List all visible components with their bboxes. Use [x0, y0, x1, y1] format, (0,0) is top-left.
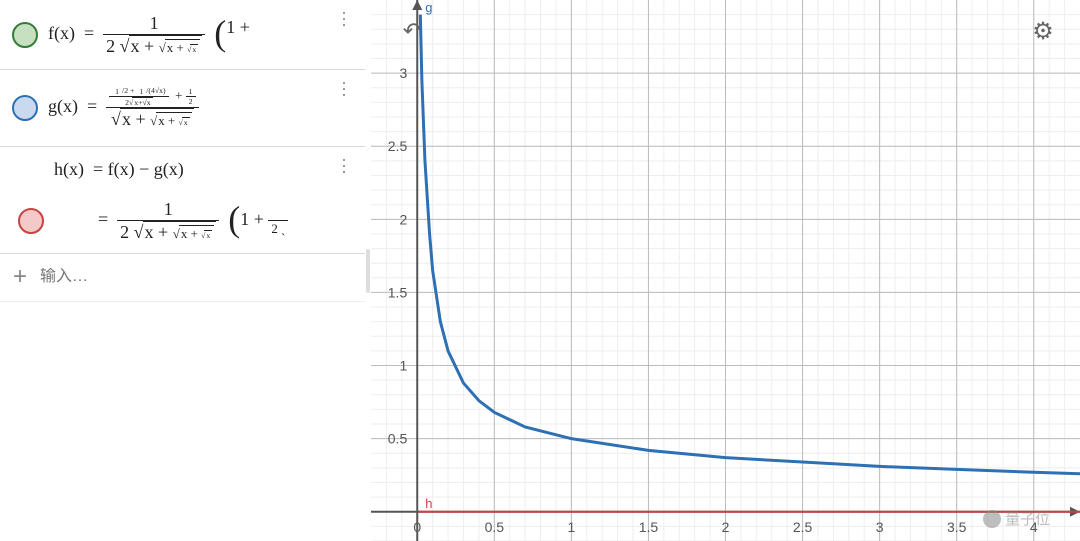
expression-row-g[interactable]: g(x) = 1/2 + 1/(4√x) 2x+√x + 12 x + x + … — [0, 70, 365, 147]
svg-text:1.5: 1.5 — [639, 519, 659, 535]
svg-text:g: g — [425, 0, 432, 15]
undo-button[interactable]: ↶ — [395, 14, 429, 48]
expression-math-f[interactable]: f(x) = 1 2 x + x + x (1 + — [48, 13, 357, 57]
svg-text:0.5: 0.5 — [485, 519, 505, 535]
svg-text:1: 1 — [567, 519, 575, 535]
lhs-g: g(x) — [48, 96, 78, 116]
color-dot-g[interactable] — [12, 95, 38, 121]
lhs-h: h(x) — [54, 159, 84, 179]
expression-row-h[interactable]: h(x) = f(x) − g(x) ··· = 1 2 x + x + x (… — [0, 147, 365, 254]
undo-icon: ↶ — [403, 18, 421, 44]
expression-sidebar: f(x) = 1 2 x + x + x (1 + ··· g(x) = — [0, 0, 365, 541]
svg-text:3: 3 — [399, 65, 407, 81]
gear-icon: ⚙ — [1032, 17, 1054, 46]
expression-math-g[interactable]: g(x) = 1/2 + 1/(4√x) 2x+√x + 12 x + x + … — [48, 80, 357, 136]
svg-text:0.5: 0.5 — [388, 431, 408, 447]
svg-text:2: 2 — [399, 211, 407, 227]
add-expression-row[interactable]: + — [0, 254, 365, 302]
color-dot-h[interactable] — [18, 208, 44, 234]
app-root: f(x) = 1 2 x + x + x (1 + ··· g(x) = — [0, 0, 1080, 541]
svg-text:1: 1 — [399, 358, 407, 374]
settings-button[interactable]: ⚙ — [1026, 14, 1060, 48]
plot-svg: 00.511.522.533.540.511.522.53gh — [371, 0, 1080, 541]
more-icon[interactable]: ··· — [339, 80, 351, 98]
color-dot-f[interactable] — [12, 22, 38, 48]
expression-math-h2[interactable]: = 1 2 x + x + x (1 + 2 ˎ — [54, 199, 351, 243]
svg-text:2: 2 — [722, 519, 730, 535]
add-button[interactable]: + — [0, 263, 40, 291]
expression-list: f(x) = 1 2 x + x + x (1 + ··· g(x) = — [0, 0, 365, 254]
svg-text:4: 4 — [1030, 519, 1038, 535]
svg-text:h: h — [425, 496, 432, 511]
svg-text:3: 3 — [876, 519, 884, 535]
lhs-f: f(x) — [48, 23, 75, 43]
expression-row-f[interactable]: f(x) = 1 2 x + x + x (1 + ··· — [0, 0, 365, 70]
expression-math-h1[interactable]: h(x) = f(x) − g(x) — [54, 159, 351, 180]
graph-area[interactable]: ↶ ⚙ 00.511.522.533.540.511.522.53gh 量子位 — [371, 0, 1080, 541]
color-dot-placeholder — [18, 157, 44, 183]
more-icon[interactable]: ··· — [339, 157, 351, 175]
rhs-h-simple: f(x) − g(x) — [108, 159, 184, 179]
svg-text:2.5: 2.5 — [793, 519, 813, 535]
svg-text:1.5: 1.5 — [388, 284, 408, 300]
svg-text:2.5: 2.5 — [388, 138, 408, 154]
expression-input[interactable] — [40, 268, 365, 286]
svg-text:3.5: 3.5 — [947, 519, 967, 535]
more-icon[interactable]: ··· — [339, 10, 351, 28]
